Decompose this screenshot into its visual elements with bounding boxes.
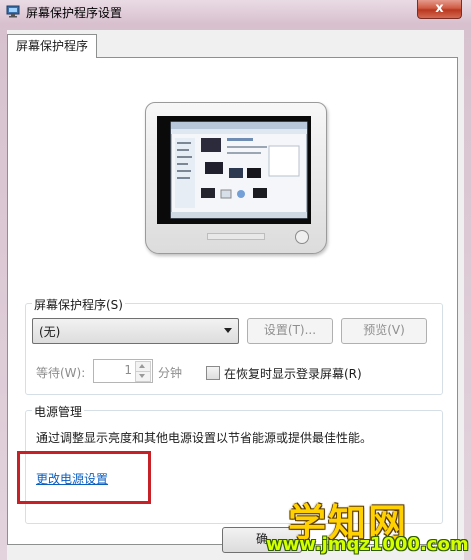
chevron-down-icon (224, 328, 232, 333)
arrow-down-icon[interactable] (135, 371, 151, 382)
highlight-box (17, 451, 151, 504)
preview-button[interactable]: 预览(V) (341, 318, 427, 344)
screensaver-select[interactable]: (无) (32, 318, 239, 344)
wait-minutes-stepper[interactable]: 1 (93, 359, 153, 383)
title-bar: 屏幕保护程序设置 x (0, 0, 471, 24)
monitor-vent (207, 233, 265, 240)
wait-minutes-value: 1 (124, 363, 132, 377)
settings-button[interactable]: 设置(T)... (247, 318, 333, 344)
monitor-preview (145, 102, 327, 254)
preview-screen (157, 116, 311, 224)
resume-login-label[interactable]: 在恢复时显示登录屏幕(R) (224, 365, 362, 382)
window-title: 屏幕保护程序设置 (26, 6, 123, 20)
power-description: 通过调整显示亮度和其他电源设置以节省能源或提供最佳性能。 (36, 431, 373, 445)
tab-screensaver[interactable]: 屏幕保护程序 (7, 34, 98, 58)
wait-label: 等待(W): (36, 366, 86, 380)
screensaver-select-value: (无) (39, 325, 61, 339)
site-watermark: 学知网 www.jmqz1000.com (250, 488, 471, 560)
preview-desktop-image (157, 116, 311, 224)
close-button[interactable]: x (417, 0, 462, 19)
watermark-url: www.jmqz1000.com (266, 534, 469, 555)
dialog-window: 屏幕保护程序设置 x 屏幕保护程序 屏幕保护程序(S) (无) 设置(T)...… (0, 0, 471, 560)
resume-login-checkbox[interactable] (206, 366, 220, 380)
screensaver-settings-icon (6, 5, 20, 18)
screensaver-group-label: 屏幕保护程序(S) (32, 296, 125, 313)
monitor-power-icon (295, 230, 309, 244)
wait-unit-label: 分钟 (158, 366, 183, 380)
power-group-label: 电源管理 (32, 403, 85, 420)
